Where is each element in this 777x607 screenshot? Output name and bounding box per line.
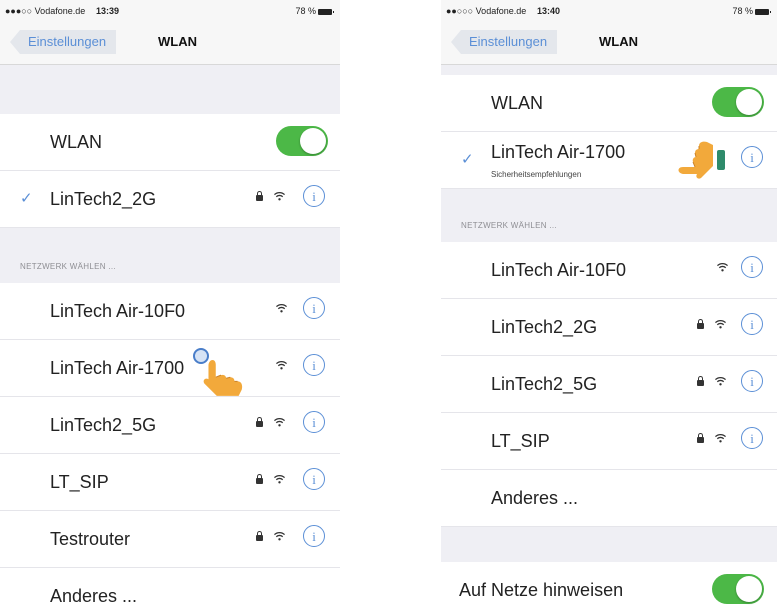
info-icon[interactable]: i [741,313,763,335]
lock-icon [256,417,263,427]
network-row[interactable]: LinTech2_5G i [441,356,777,413]
carrier-label: ●●○○○ Vodafone.de [446,6,527,16]
tap-indicator [193,348,209,364]
notify-networks-toggle[interactable] [712,574,764,604]
connection-indicator [717,150,725,170]
network-name: LinTech Air-1700 [50,358,185,378]
wlan-label: WLAN [50,132,103,152]
wifi-icon [715,433,726,443]
wlan-toggle[interactable] [712,87,764,117]
battery-icon [318,8,334,15]
info-icon[interactable]: i [741,146,763,168]
back-button[interactable]: Einstellungen [10,30,117,54]
wlan-label: WLAN [491,93,544,113]
wifi-icon [274,417,285,427]
wifi-icon [276,303,287,313]
other-network-label: Anderes ... [491,488,579,508]
network-name: LT_SIP [50,472,109,492]
lock-icon [256,531,263,541]
status-bar: ●●●○○ Vodafone.de 13:39 78 % [0,0,340,20]
connected-network-row[interactable]: ✓ LinTech Air-1700 Sicherheitsempfehlung… [441,132,777,189]
network-row[interactable]: LinTech Air-10F0 i [441,242,777,299]
network-name: LinTech2_5G [50,415,157,435]
info-icon[interactable]: i [303,411,325,433]
wifi-icon [276,360,287,370]
notify-networks-row: Auf Netze hinweisen [441,562,777,607]
wlan-toggle[interactable] [276,126,328,156]
wifi-icon [274,474,285,484]
lock-icon [256,191,263,201]
phone-screen-left: ●●●○○ Vodafone.de 13:39 78 % Einstellung… [0,0,340,607]
info-icon[interactable]: i [303,525,325,547]
network-name: LinTech Air-10F0 [50,301,186,321]
battery-indicator: 78 % [732,6,771,16]
pointing-hand-icon [665,136,715,186]
other-network-row[interactable]: Anderes ... [0,568,340,607]
toggle-knob [736,89,762,115]
wifi-icon [715,319,726,329]
network-name: LinTech2_2G [491,317,598,337]
network-name: LinTech Air-1700 [491,142,626,162]
toggle-knob [736,576,762,602]
battery-percent: 78 % [295,6,316,16]
network-row[interactable]: LT_SIP i [441,413,777,470]
checkmark-icon: ✓ [461,151,474,168]
info-icon[interactable]: i [741,256,763,278]
network-row[interactable]: LinTech2_5G i [0,397,340,454]
info-icon[interactable]: i [741,427,763,449]
wifi-icon [717,262,728,272]
page-title: WLAN [158,34,197,49]
wifi-icon [715,376,726,386]
section-header: NETZWERK WÄHLEN ... [461,221,557,230]
info-icon[interactable]: i [303,185,325,207]
wifi-icon [274,191,285,201]
wlan-toggle-row: WLAN [441,75,777,132]
network-row[interactable]: LinTech Air-1700 i [0,340,340,397]
network-row[interactable]: LT_SIP i [0,454,340,511]
info-icon[interactable]: i [303,297,325,319]
checkmark-icon: ✓ [20,190,33,207]
info-icon[interactable]: i [303,354,325,376]
clock: 13:39 [96,6,120,16]
connected-network-row[interactable]: ✓ LinTech2_2G i [0,171,340,228]
network-name: Testrouter [50,529,131,549]
network-name: LinTech Air-10F0 [491,260,627,280]
toggle-knob [300,128,326,154]
lock-icon [697,376,704,386]
battery-indicator: 78 % [295,6,334,16]
network-row[interactable]: LinTech2_2G i [441,299,777,356]
network-name: LT_SIP [491,431,550,451]
wlan-toggle-row: WLAN [0,114,340,171]
carrier-label: ●●●○○ Vodafone.de [5,6,86,16]
network-subtitle: Sicherheitsempfehlungen [491,170,582,179]
network-row[interactable]: Testrouter i [0,511,340,568]
lock-icon [256,474,263,484]
battery-percent: 78 % [732,6,753,16]
page-title: WLAN [599,34,638,49]
network-name: LinTech2_2G [50,189,157,209]
back-button[interactable]: Einstellungen [451,30,558,54]
navigation-bar: Einstellungen WLAN [0,20,340,65]
navigation-bar: Einstellungen WLAN [441,20,777,65]
network-name: LinTech2_5G [491,374,598,394]
info-icon[interactable]: i [741,370,763,392]
info-icon[interactable]: i [303,468,325,490]
notify-networks-label: Auf Netze hinweisen [459,580,624,600]
other-network-row[interactable]: Anderes ... [441,470,777,527]
wifi-icon [274,531,285,541]
battery-icon [755,8,771,15]
phone-screen-right: ●●○○○ Vodafone.de 13:40 78 % Einstellung… [441,0,777,607]
clock: 13:40 [537,6,561,16]
status-bar: ●●○○○ Vodafone.de 13:40 78 % [441,0,777,20]
lock-icon [697,319,704,329]
network-row[interactable]: LinTech Air-10F0 i [0,283,340,340]
section-header: NETZWERK WÄHLEN ... [20,262,116,271]
other-network-label: Anderes ... [50,586,138,606]
lock-icon [697,433,704,443]
